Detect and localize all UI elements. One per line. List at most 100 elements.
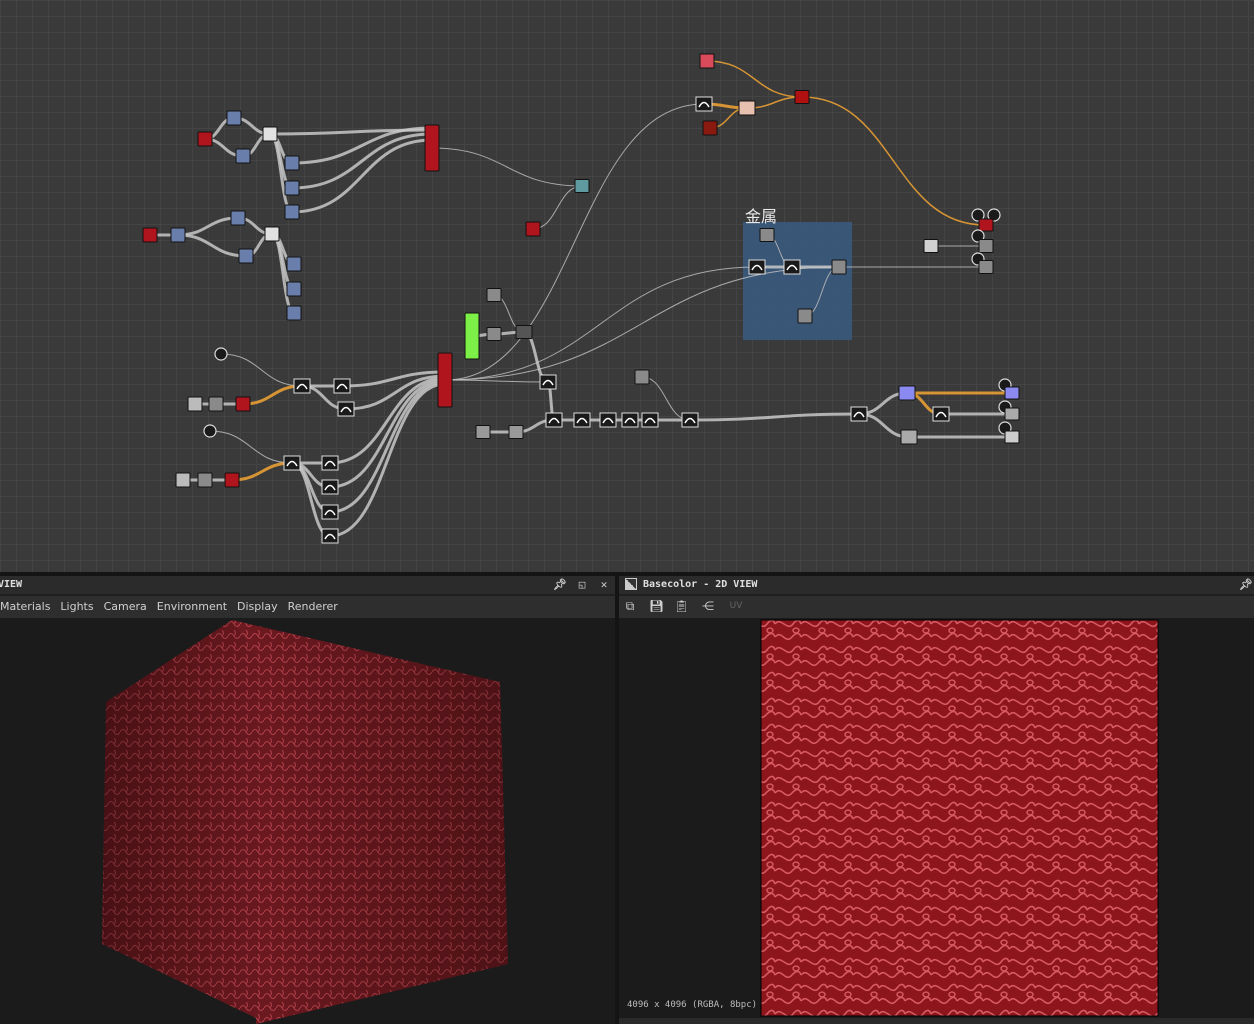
pin-icon[interactable]: 📌︎ xyxy=(553,578,567,592)
node-red[interactable] xyxy=(794,90,810,104)
graph-wire xyxy=(242,384,303,406)
menu-camera[interactable]: Camera xyxy=(104,600,147,613)
copy-icon[interactable]: ⧉ xyxy=(623,599,637,613)
node-purple[interactable] xyxy=(898,385,916,401)
node-red-tall[interactable] xyxy=(437,352,453,408)
node-red-input[interactable] xyxy=(197,131,213,147)
node-gradient[interactable] xyxy=(175,472,191,488)
graph-wire xyxy=(209,430,293,464)
menu-environment[interactable]: Environment xyxy=(157,600,227,613)
node-gray[interactable] xyxy=(900,429,918,445)
node-filter[interactable] xyxy=(681,412,699,428)
node-blend[interactable] xyxy=(264,226,280,242)
node-graph-canvas[interactable]: 金属 xyxy=(0,0,1254,572)
cube-render xyxy=(102,620,508,1024)
node-blue[interactable] xyxy=(284,204,300,220)
node-curve[interactable] xyxy=(283,455,301,471)
node-red[interactable] xyxy=(224,472,240,488)
node-output-gray[interactable] xyxy=(1004,430,1020,444)
node-blue[interactable] xyxy=(238,248,254,264)
node-curve[interactable] xyxy=(333,378,351,394)
node-blue[interactable] xyxy=(170,227,186,243)
node-output-red[interactable] xyxy=(978,218,994,232)
node-output-gray[interactable] xyxy=(978,239,994,253)
node-gray[interactable] xyxy=(486,327,502,341)
node-dark-red[interactable] xyxy=(702,120,718,136)
node-green-tall[interactable] xyxy=(464,312,480,360)
view-2d-toolbar: ⧉ 💾︎ 📋︎ ⋲ UV xyxy=(619,596,1254,618)
node-filter[interactable] xyxy=(850,406,868,422)
node-light-gray[interactable] xyxy=(923,239,939,253)
node-dark[interactable] xyxy=(515,325,533,339)
node-output-gray[interactable] xyxy=(1004,407,1020,421)
node-blue[interactable] xyxy=(284,180,300,196)
node-graph-wires xyxy=(142,53,1020,544)
node-blue[interactable] xyxy=(286,256,302,272)
paste-icon[interactable]: 📋︎ xyxy=(674,599,689,613)
node-blend[interactable] xyxy=(262,126,278,142)
view-3d-viewport[interactable] xyxy=(0,618,615,1024)
menu-display[interactable]: Display xyxy=(237,600,278,613)
node-gray[interactable] xyxy=(831,259,847,275)
node-gray[interactable] xyxy=(486,288,502,302)
node-filter[interactable] xyxy=(641,412,659,428)
node-blue[interactable] xyxy=(286,305,302,321)
view-2d-panel: Basecolor - 2D VIEW 📌︎ ⧉ 💾︎ 📋︎ ⋲ UV 4096… xyxy=(619,576,1254,1024)
node-noise[interactable] xyxy=(475,425,491,439)
node-curve[interactable] xyxy=(321,479,339,495)
node-red-tall[interactable] xyxy=(424,124,440,172)
menu-lights[interactable]: Lights xyxy=(60,600,93,613)
node-curve[interactable] xyxy=(321,455,339,471)
graph-wire xyxy=(177,216,239,237)
node-filter[interactable] xyxy=(599,412,617,428)
node-pink[interactable] xyxy=(699,53,715,69)
node-red[interactable] xyxy=(525,221,541,237)
node-curve[interactable] xyxy=(337,401,355,417)
node-gray[interactable] xyxy=(208,396,224,412)
node-orange[interactable] xyxy=(738,100,756,116)
graph-wire xyxy=(444,103,705,381)
node-filter[interactable] xyxy=(932,406,950,422)
node-blue[interactable] xyxy=(230,210,246,226)
node-filter[interactable] xyxy=(621,412,639,428)
view-2d-viewport[interactable]: 4096 x 4096 (RGBA, 8bpc) xyxy=(619,618,1254,1024)
node-blue[interactable] xyxy=(226,110,242,126)
texture-info: 4096 x 4096 (RGBA, 8bpc) xyxy=(627,1000,758,1010)
node-filter[interactable] xyxy=(748,259,766,275)
node-warp[interactable] xyxy=(539,374,557,390)
node-curve[interactable] xyxy=(321,528,339,544)
save-icon[interactable]: 💾︎ xyxy=(649,599,664,613)
menu-materials[interactable]: Materials xyxy=(0,600,50,613)
uv-icon[interactable]: UV xyxy=(725,599,747,613)
node-gray[interactable] xyxy=(797,308,813,324)
pin-icon-2d[interactable]: 📌︎ xyxy=(1239,578,1253,592)
node-output-gray[interactable] xyxy=(978,260,994,274)
share-icon[interactable]: ⋲ xyxy=(701,599,715,613)
close-icon[interactable]: ✕ xyxy=(597,578,611,592)
node-gray[interactable] xyxy=(634,369,650,385)
frame-label: 金属 xyxy=(745,207,778,226)
maximize-icon[interactable]: ◱ xyxy=(575,578,589,592)
node-blue[interactable] xyxy=(284,155,300,171)
node-curve[interactable] xyxy=(293,378,311,394)
node-filter[interactable] xyxy=(573,412,591,428)
horizontal-scrollbar[interactable] xyxy=(619,1018,1254,1024)
node-output-purple[interactable] xyxy=(1004,386,1020,400)
node-teal[interactable] xyxy=(574,179,590,193)
node-filter[interactable] xyxy=(545,412,563,428)
node-gray[interactable] xyxy=(197,472,213,488)
node-filter[interactable] xyxy=(783,259,801,275)
node-radial[interactable] xyxy=(203,424,217,438)
node-noise[interactable] xyxy=(508,425,524,439)
texture-image xyxy=(760,619,1159,1017)
node-red-input[interactable] xyxy=(142,227,158,243)
node-gray[interactable] xyxy=(759,228,775,242)
node-blue[interactable] xyxy=(286,281,302,297)
node-filter[interactable] xyxy=(695,96,713,112)
node-gradient[interactable] xyxy=(187,396,203,412)
menu-renderer[interactable]: Renderer xyxy=(288,600,338,613)
node-blue[interactable] xyxy=(235,148,251,164)
node-curve[interactable] xyxy=(321,504,339,520)
node-red[interactable] xyxy=(235,396,251,412)
node-radial[interactable] xyxy=(214,347,228,361)
